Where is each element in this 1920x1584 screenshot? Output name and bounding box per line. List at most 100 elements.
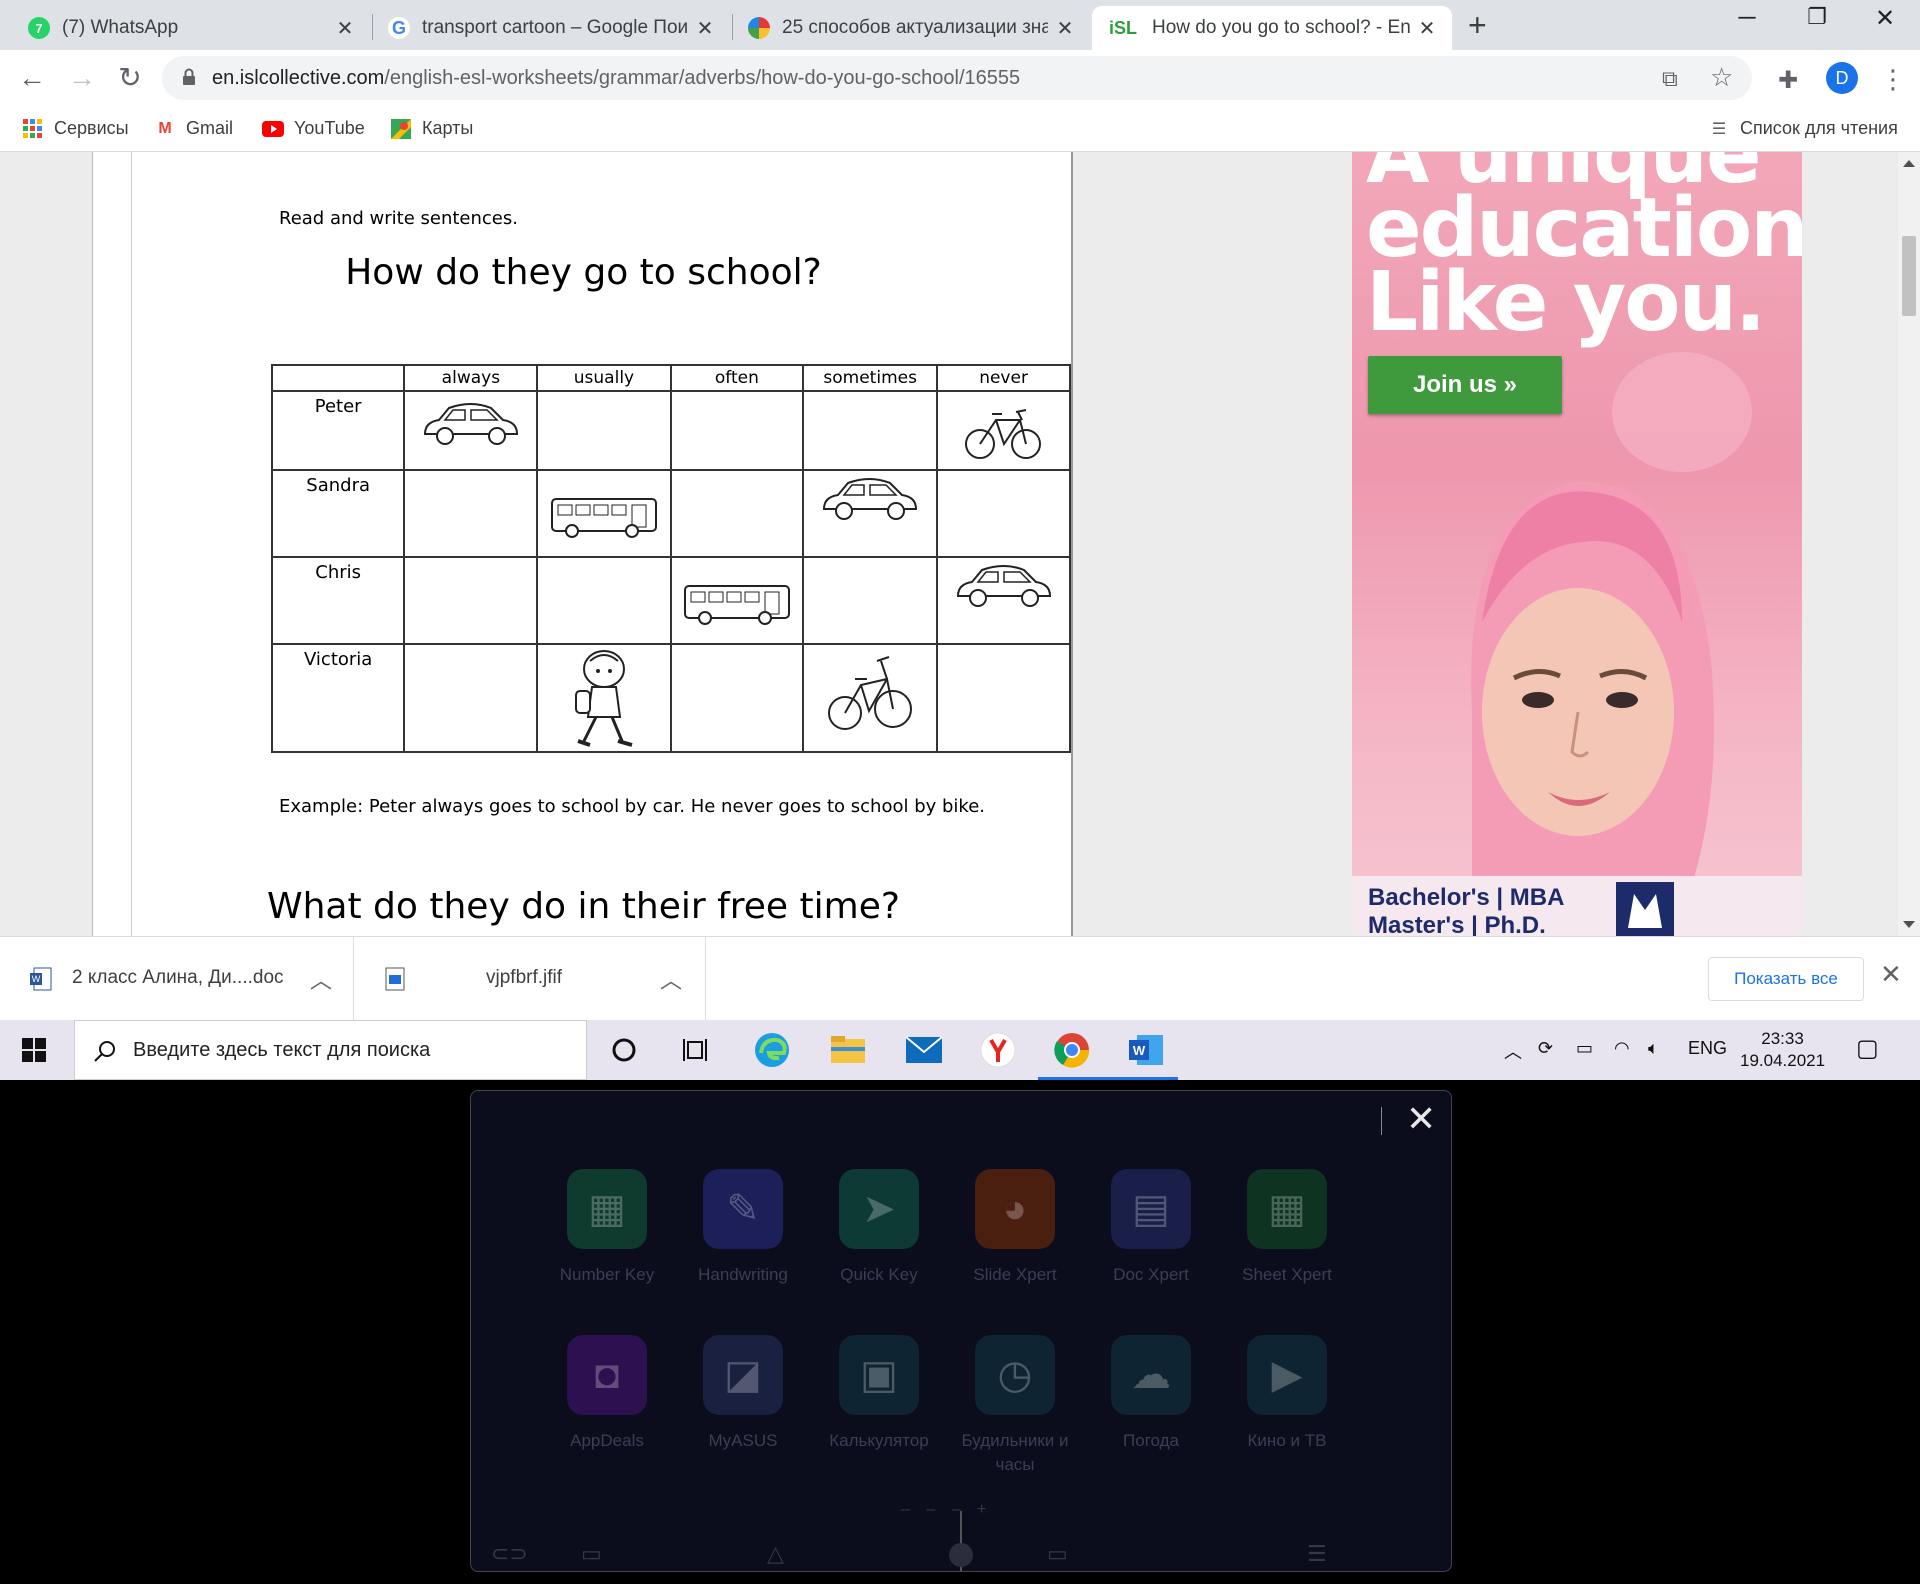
edge-icon[interactable]	[750, 1028, 794, 1072]
tab-isl-active[interactable]: iSL How do you go to school? - Engl ✕	[1092, 6, 1452, 50]
bus-icon	[683, 585, 790, 625]
app-label: Slide Xpert	[973, 1265, 1057, 1284]
tab-title: How do you go to school? - Engl	[1152, 17, 1410, 38]
app-label: Doc Xpert	[1113, 1265, 1189, 1284]
link-icon[interactable]: ⊂⊃	[491, 1541, 528, 1567]
new-tab-button[interactable]: +	[1468, 8, 1487, 42]
search-icon	[94, 1041, 115, 1062]
column-header: always	[403, 364, 539, 392]
bookmark-label: YouTube	[294, 118, 365, 138]
download-item-image[interactable]: vjpfbrf.jfif ︿	[356, 937, 706, 1021]
app-label: Handwriting	[698, 1265, 788, 1284]
app-slide-xpert[interactable]: ◕ Slide Xpert	[955, 1169, 1075, 1287]
triangle-icon[interactable]: △	[767, 1541, 784, 1567]
notifications-icon[interactable]: ▢	[1856, 1034, 1879, 1063]
bookmark-youtube[interactable]: YouTube	[262, 118, 365, 139]
close-icon[interactable]: ✕	[1416, 16, 1438, 41]
scrollbar-thumb[interactable]	[1902, 236, 1916, 316]
scroll-down-arrow-icon[interactable]	[1903, 921, 1915, 928]
reload-icon[interactable]: ↻	[110, 58, 150, 98]
bookmark-gmail[interactable]: M Gmail	[154, 118, 233, 139]
wifi-icon[interactable]: ◠	[1614, 1038, 1630, 1059]
app-movies-tv[interactable]: ▶ Кино и ТВ	[1227, 1335, 1347, 1453]
yandex-browser-icon[interactable]	[976, 1028, 1020, 1072]
address-bar[interactable]: en.islcollective.com/english-esl-workshe…	[162, 56, 1752, 100]
bookmarks-bar: Сервисы M Gmail YouTube Карты ☰ Список д…	[0, 106, 1920, 152]
bookmark-maps[interactable]: Карты	[390, 118, 473, 139]
app-label: Будильники и часы	[961, 1431, 1069, 1474]
translate-icon[interactable]: ⧉	[1662, 66, 1678, 92]
table-cell	[802, 469, 939, 558]
clock[interactable]: 23:33 19.04.2021	[1740, 1028, 1825, 1072]
app-label: Калькулятор	[829, 1431, 929, 1450]
file-explorer-icon[interactable]	[826, 1028, 870, 1072]
extensions-puzzle-icon[interactable]: ✚	[1778, 66, 1798, 95]
window-icon[interactable]: ▭	[1047, 1541, 1068, 1567]
scroll-up-arrow-icon[interactable]	[1903, 160, 1915, 167]
app-number-key[interactable]: ▦ Number Key	[547, 1169, 667, 1287]
screen-icon[interactable]: ▭	[581, 1541, 602, 1567]
chevron-up-icon[interactable]: ︿	[660, 963, 682, 995]
windows-start-icon[interactable]	[22, 1038, 46, 1062]
sync-icon[interactable]: ⟳	[1538, 1038, 1553, 1059]
close-window-icon[interactable]: ✕	[1860, 4, 1910, 33]
battery-icon[interactable]: ▭	[1576, 1038, 1593, 1059]
advertisement-banner[interactable]: A unique education. Like you. Join us » …	[1352, 152, 1802, 936]
language-indicator[interactable]: ENG	[1688, 1038, 1727, 1059]
app-myasus[interactable]: ◪ MyASUS	[683, 1335, 803, 1453]
table-cell	[536, 390, 672, 471]
download-bar: W 2 класс Алина, Ди....doc ︿ vjpfbrf.jfi…	[0, 936, 1920, 1021]
app-handwriting[interactable]: ✎ Handwriting	[683, 1169, 803, 1287]
close-download-bar-icon[interactable]: ✕	[1880, 959, 1902, 990]
car-icon	[956, 565, 1051, 607]
app-alarms-clock[interactable]: ◷ Будильники и часы	[955, 1335, 1075, 1477]
page-scrollbar[interactable]	[1898, 152, 1920, 936]
taskbar-search-box[interactable]: Введите здесь текст для поиска	[74, 1020, 587, 1080]
reading-list[interactable]: ☰ Список для чтения	[1708, 118, 1898, 139]
close-icon[interactable]: ✕	[334, 16, 356, 41]
app-weather[interactable]: ☁ Погода	[1091, 1335, 1211, 1453]
restore-icon[interactable]: ❐	[1792, 4, 1842, 30]
word-icon[interactable]: W	[1124, 1028, 1168, 1072]
app-doc-xpert[interactable]: ▤ Doc Xpert	[1091, 1169, 1211, 1287]
tab-whatsapp[interactable]: 7 (7) WhatsApp ✕	[14, 6, 370, 50]
bookmark-services[interactable]: Сервисы	[22, 118, 129, 139]
app-appdeals[interactable]: ◘ AppDeals	[547, 1335, 667, 1453]
ad-join-button[interactable]: Join us »	[1368, 356, 1562, 414]
forward-arrow-icon[interactable]: →	[62, 58, 102, 98]
close-icon[interactable]: ✕	[1054, 16, 1076, 41]
show-all-downloads-button[interactable]: Показать все	[1708, 957, 1864, 1001]
settings-sliders-icon[interactable]: ☰	[1307, 1541, 1327, 1567]
mail-icon[interactable]	[902, 1028, 946, 1072]
close-icon[interactable]: ✕	[694, 16, 716, 41]
handwriting-icon: ✎	[703, 1169, 783, 1249]
tray-overflow-chevron-icon[interactable]: ︿	[1504, 1038, 1522, 1064]
svg-text:W: W	[32, 974, 41, 984]
profile-avatar[interactable]: D	[1826, 62, 1858, 94]
screen: 7 (7) WhatsApp ✕ G transport cartoon – G…	[0, 0, 1920, 1584]
panel-handle[interactable]	[949, 1543, 973, 1567]
download-filename: vjpfbrf.jfif	[486, 967, 563, 988]
pie-chart-icon: ◕	[975, 1169, 1055, 1249]
cortana-icon[interactable]	[602, 1028, 646, 1072]
row-name: Sandra	[270, 469, 406, 558]
back-arrow-icon[interactable]: ←	[12, 58, 52, 98]
app-quick-key[interactable]: ➤ Quick Key	[819, 1169, 939, 1287]
star-icon[interactable]: ☆	[1710, 62, 1733, 93]
row-name: Victoria	[270, 643, 406, 753]
tab-25-ways[interactable]: 25 способов актуализации знан ✕	[734, 6, 1090, 50]
task-view-icon[interactable]	[674, 1028, 718, 1072]
menu-dots-icon[interactable]: ⋮	[1880, 64, 1906, 95]
chrome-icon[interactable]	[1050, 1028, 1094, 1072]
minimize-icon[interactable]: ─	[1722, 4, 1772, 32]
table-cell	[403, 643, 539, 753]
app-calculator[interactable]: ▣ Калькулятор	[819, 1335, 939, 1453]
close-icon[interactable]: ✕	[1406, 1099, 1436, 1139]
chevron-up-icon[interactable]: ︿	[310, 963, 332, 995]
app-sheet-xpert[interactable]: ▦ Sheet Xpert	[1227, 1169, 1347, 1287]
column-header: never	[936, 364, 1071, 392]
tab-google-search[interactable]: G transport cartoon – Google Поис ✕	[374, 6, 730, 50]
download-item-doc[interactable]: W 2 класс Алина, Ди....doc ︿	[0, 937, 354, 1021]
table-header-row: always usually often sometimes never	[270, 364, 1071, 392]
volume-icon[interactable]: 🔈︎	[1648, 1038, 1659, 1059]
